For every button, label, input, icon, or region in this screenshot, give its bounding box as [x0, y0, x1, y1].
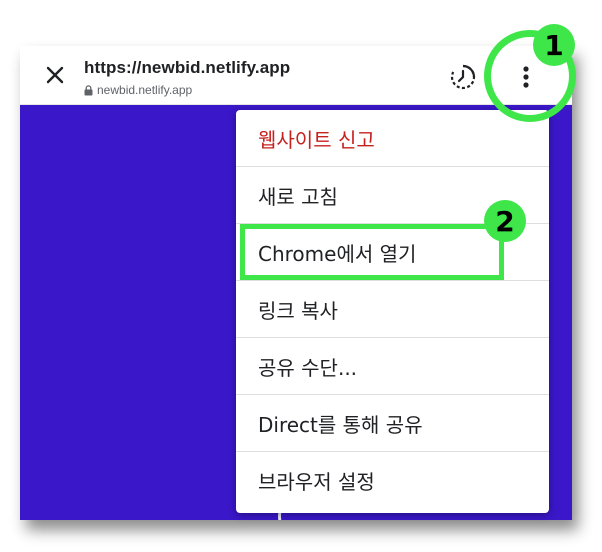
close-icon — [46, 66, 64, 84]
domain-label: newbid.netlify.app — [97, 83, 193, 97]
step-1-badge: 1 — [533, 24, 575, 66]
page-domain: newbid.netlify.app — [84, 83, 192, 97]
menu-item-share-direct[interactable]: Direct를 통해 공유 — [236, 395, 549, 452]
menu-item-report-website[interactable]: 웹사이트 신고 — [236, 110, 549, 167]
overflow-menu: 웹사이트 신고 새로 고침 Chrome에서 열기 링크 복사 공유 수단...… — [236, 110, 549, 513]
step-2-highlight-box — [240, 224, 504, 280]
lock-icon — [84, 84, 93, 95]
menu-item-browser-settings[interactable]: 브라우저 설정 — [236, 452, 549, 509]
close-button[interactable] — [40, 60, 70, 90]
history-button[interactable] — [446, 60, 480, 94]
menu-item-copy-link[interactable]: 링크 복사 — [236, 281, 549, 338]
menu-item-share-via[interactable]: 공유 수단... — [236, 338, 549, 395]
page-url: https://newbid.netlify.app — [84, 58, 291, 77]
history-icon — [450, 64, 476, 90]
step-2-badge: 2 — [484, 200, 526, 242]
